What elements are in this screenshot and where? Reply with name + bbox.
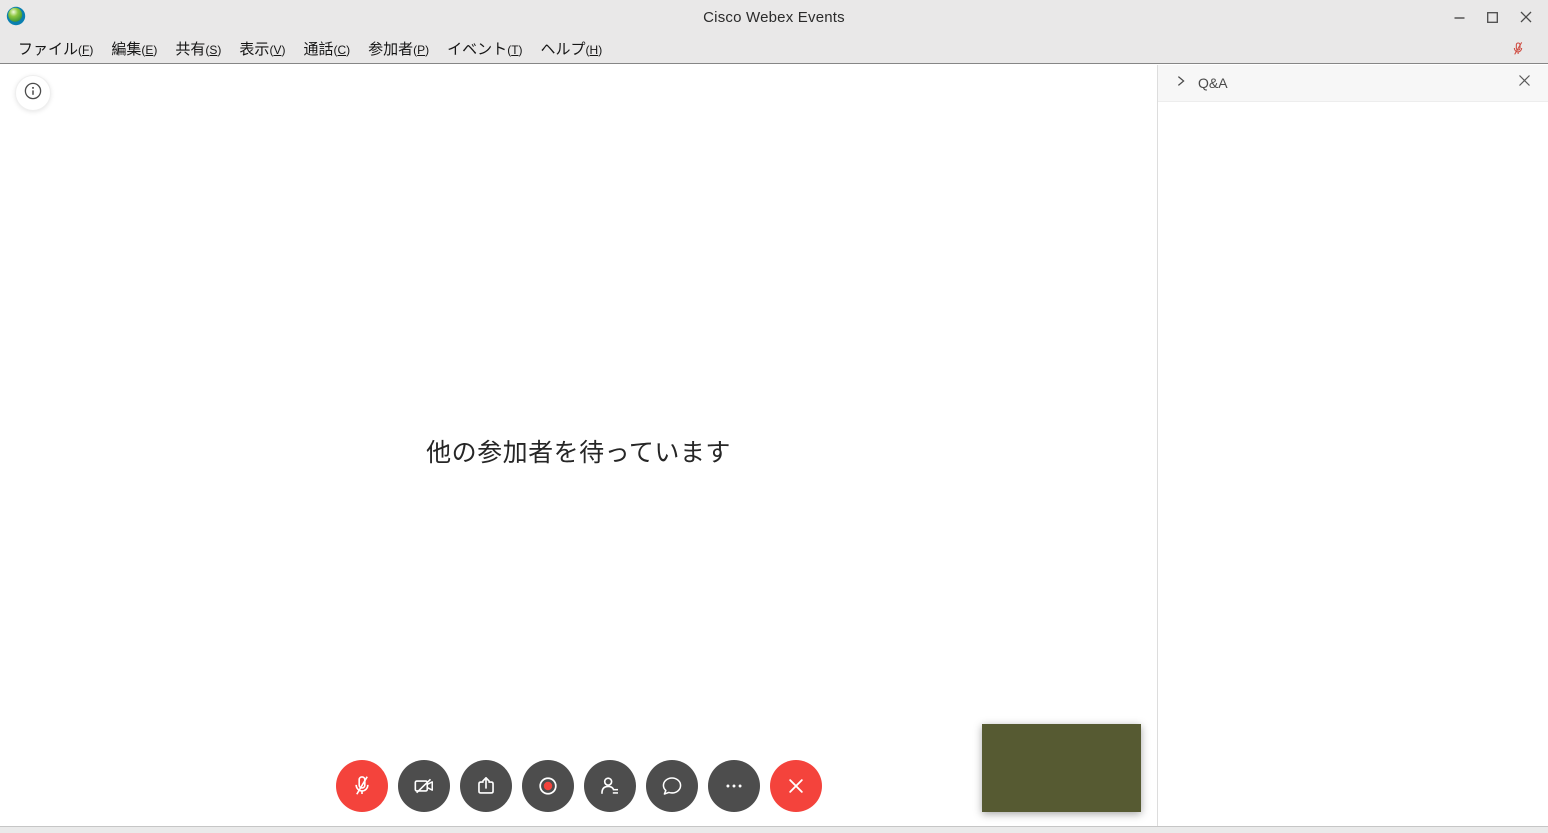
qa-panel-title: Q&A [1198,75,1228,91]
mute-button[interactable] [336,760,388,812]
qa-close-button[interactable] [1514,73,1534,93]
share-content-button[interactable] [460,760,512,812]
camera-button[interactable] [398,760,450,812]
participants-icon [597,773,623,799]
mic-muted-status-icon [1510,40,1526,58]
meeting-stage: 他の参加者を待っています [0,65,1158,826]
menu-item-event[interactable]: イベントT [439,34,530,63]
chevron-right-icon [1174,74,1188,93]
meeting-info-button[interactable] [15,75,51,111]
close-window-button[interactable] [1509,0,1542,34]
menu-item-view[interactable]: 表示V [231,34,293,63]
more-icon [721,773,747,799]
menu-item-file[interactable]: ファイルF [10,34,101,63]
mic-muted-icon [349,773,375,799]
close-icon [783,773,809,799]
self-video-thumbnail[interactable] [982,724,1141,812]
maximize-button[interactable] [1476,0,1509,34]
participants-button[interactable] [584,760,636,812]
chat-icon [659,773,685,799]
info-icon [23,81,43,106]
menu-item-call[interactable]: 通話C [295,34,358,63]
waiting-message: 他の参加者を待っています [0,433,1157,469]
qa-panel-header: Q&A [1158,65,1548,102]
share-icon [473,773,499,799]
menu-item-participants[interactable]: 参加者P [360,34,437,63]
menu-bar: ファイルF 編集E 共有S 表示V 通話C 参加者P イベントT ヘルプH [0,34,1548,64]
chat-button[interactable] [646,760,698,812]
qa-collapse-button[interactable] [1172,74,1190,92]
menu-item-share[interactable]: 共有S [167,34,229,63]
meeting-controls-toolbar [336,760,822,812]
window-bottom-edge [0,826,1548,833]
leave-event-button[interactable] [770,760,822,812]
qa-panel: Q&A [1158,65,1548,826]
camera-off-icon [411,773,437,799]
title-bar: Cisco Webex Events [0,0,1548,34]
more-options-button[interactable] [708,760,760,812]
window-title: Cisco Webex Events [0,0,1548,34]
record-button[interactable] [522,760,574,812]
minimize-button[interactable] [1443,0,1476,34]
qa-panel-body [1158,102,1548,826]
window-controls [1443,0,1542,34]
record-icon [535,773,561,799]
menu-item-help[interactable]: ヘルプH [533,34,611,63]
close-icon [1518,74,1531,92]
menu-item-edit[interactable]: 編集E [103,34,165,63]
